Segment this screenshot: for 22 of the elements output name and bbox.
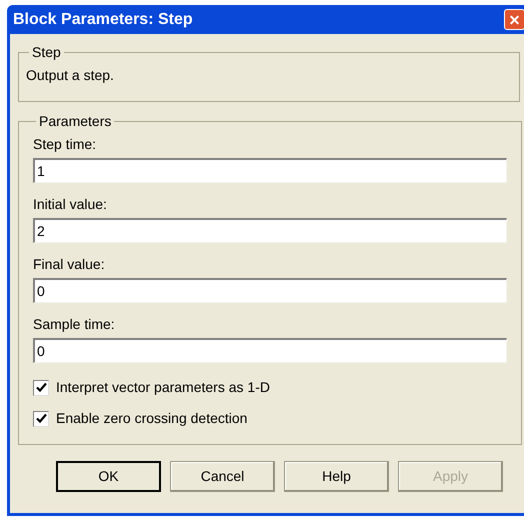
input-field[interactable]: 2 bbox=[33, 218, 507, 243]
field-label: Step time: bbox=[33, 135, 98, 152]
field-label: Sample time: bbox=[33, 315, 116, 332]
checkbox-label: Interpret vector parameters as 1-D bbox=[56, 378, 270, 397]
close-button[interactable]: × bbox=[504, 9, 524, 30]
input-field[interactable]: 1 bbox=[33, 158, 507, 183]
input-field[interactable]: 0 bbox=[33, 338, 507, 363]
dialog-button[interactable]: Help bbox=[284, 461, 389, 492]
group-title: Step bbox=[31, 43, 62, 62]
checkmark-icon bbox=[36, 382, 46, 393]
input-field[interactable]: 0 bbox=[33, 278, 507, 303]
checkmark-icon bbox=[36, 413, 46, 424]
field-label: Final value: bbox=[33, 255, 106, 272]
description-text: Output a step. bbox=[26, 66, 115, 85]
checkbox-label: Enable zero crossing detection bbox=[56, 409, 248, 428]
field-label: Initial value: bbox=[33, 195, 108, 212]
checkbox[interactable] bbox=[33, 410, 49, 426]
checkbox[interactable] bbox=[33, 380, 49, 396]
group-title: Parameters bbox=[38, 112, 112, 131]
window-title: Block Parameters: Step bbox=[13, 10, 193, 30]
dialog-button[interactable]: OK bbox=[56, 461, 161, 492]
dialog-button[interactable]: Cancel bbox=[170, 461, 275, 492]
